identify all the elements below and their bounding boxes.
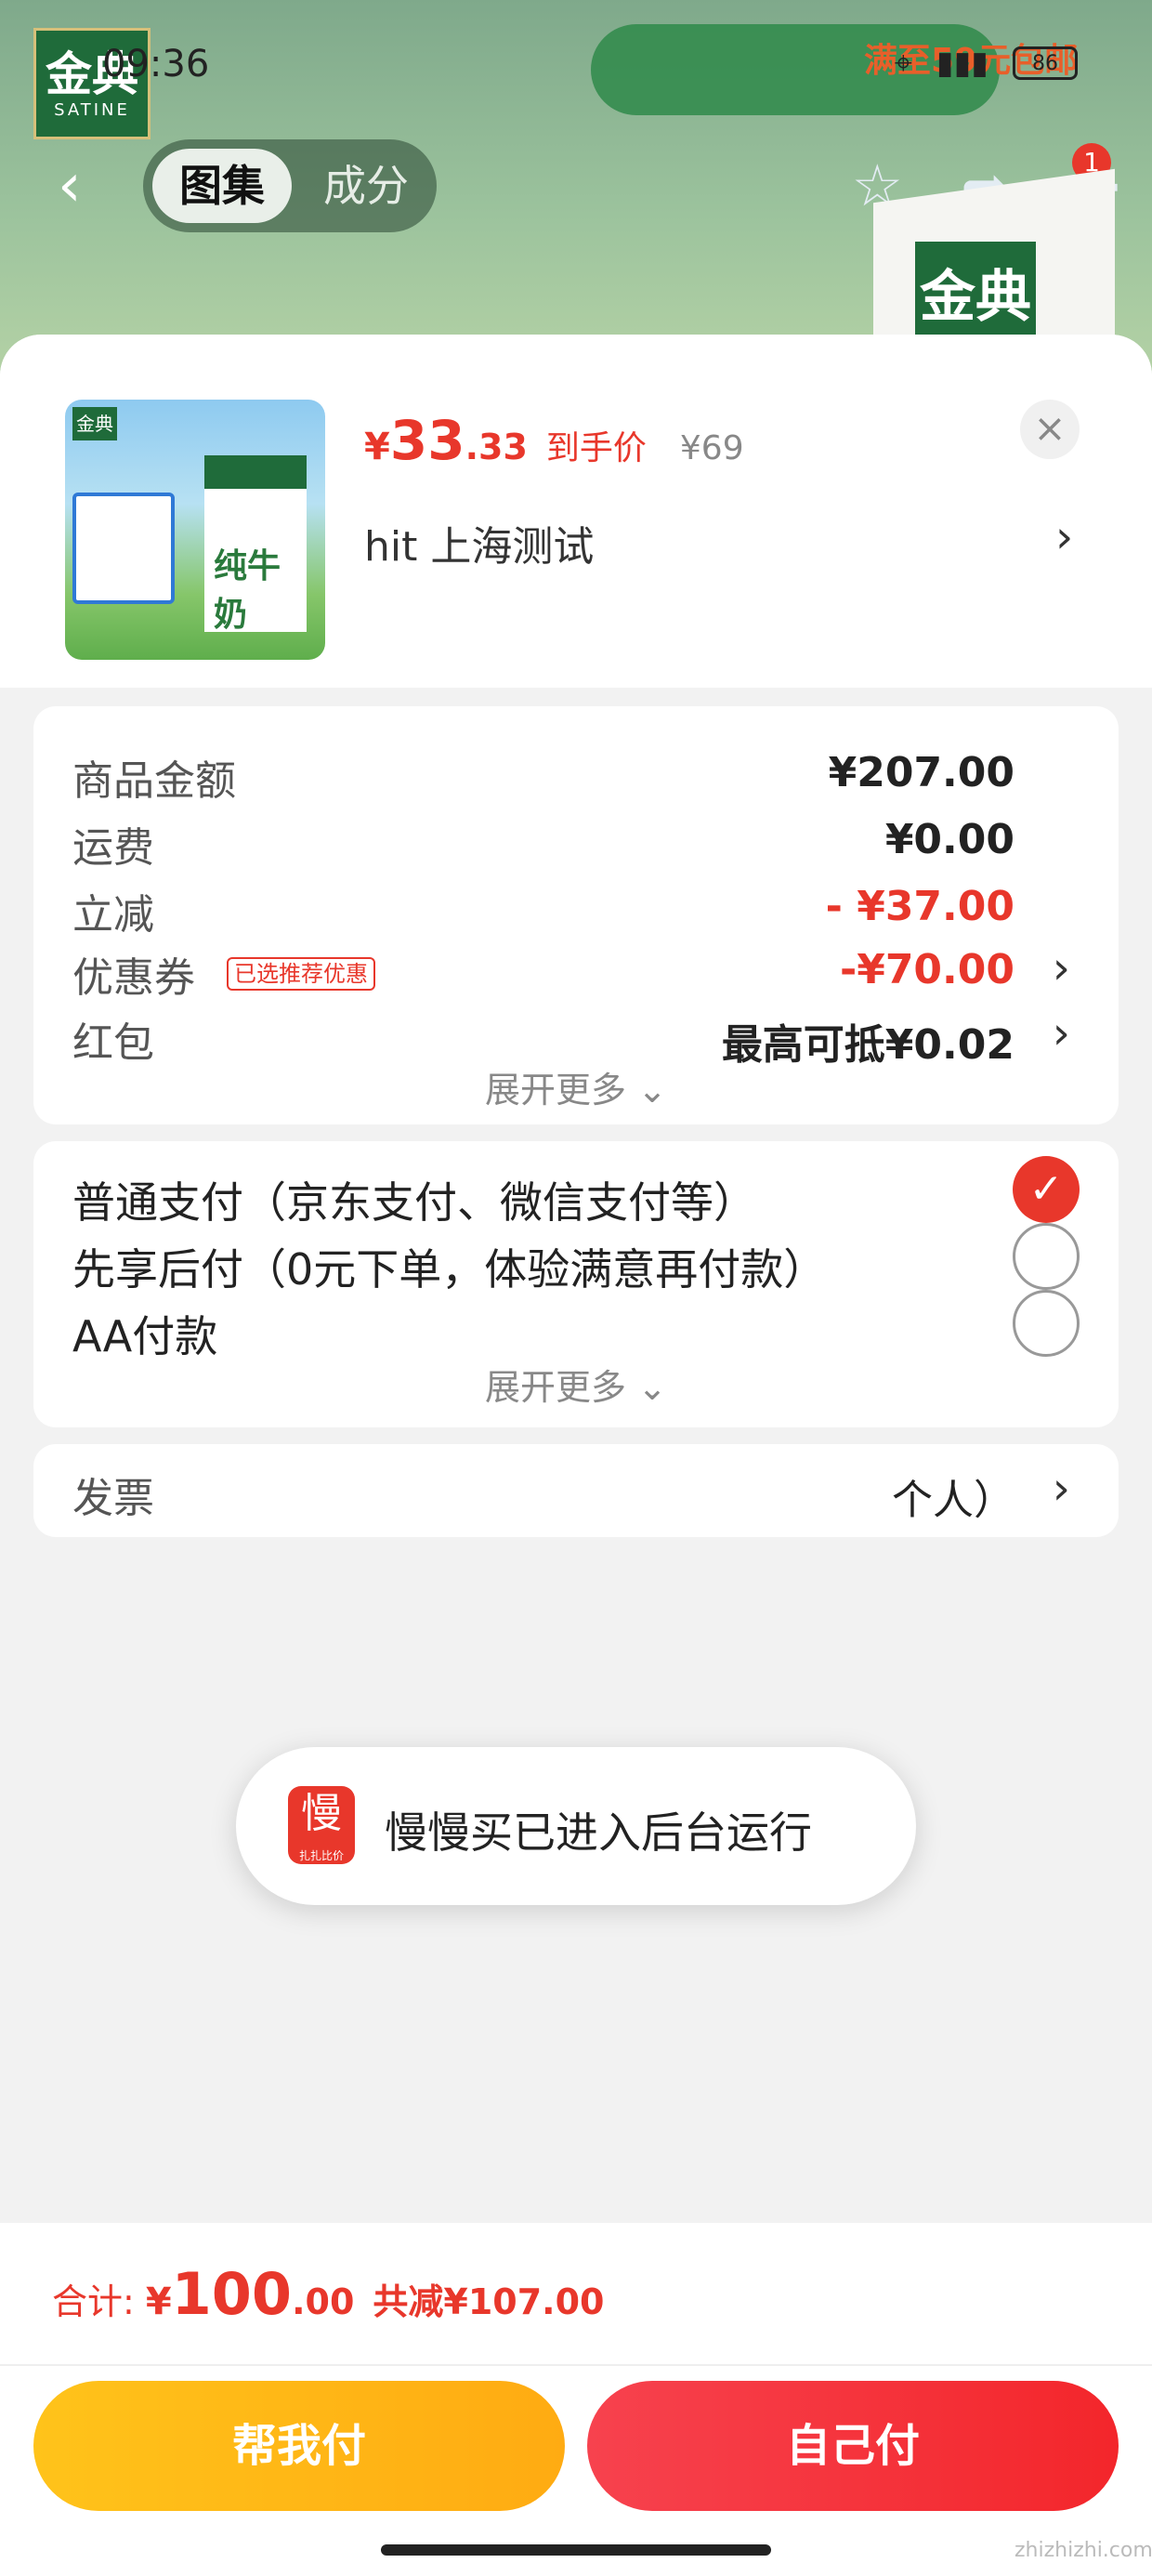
cost-row-subtotal: 商品金额 ¥207.00 [72, 749, 1015, 805]
tab-ingredients[interactable]: 成分 [301, 149, 431, 223]
thumb-promo-card [72, 493, 175, 604]
home-indicator[interactable] [381, 2544, 771, 2556]
background-run-toast: 慢 扎扎比价 慢慢买已进入后台运行 [236, 1747, 916, 1905]
payment-method-card: 普通支付（京东支付、微信支付等） ✓ 先享后付（0元下单，体验满意再付款） AA… [33, 1141, 1119, 1427]
close-button[interactable]: × [1020, 400, 1080, 459]
coupon-value: -¥70.00 [839, 946, 1015, 993]
price-integer: 33 [389, 409, 465, 472]
invoice-card[interactable]: 发票 个人） › [33, 1444, 1119, 1537]
instant-discount-value: - ¥37.00 [825, 883, 1015, 930]
invoice-value: 个人） [892, 1477, 1015, 1524]
chevron-right-icon[interactable]: › [1053, 1007, 1070, 1059]
tab-gallery[interactable]: 图集 [152, 149, 292, 223]
thumb-logo: 金典 [72, 407, 117, 440]
radio-checked-icon[interactable]: ✓ [1013, 1156, 1080, 1223]
cost-row-instant-discount: 立减 - ¥37.00 [72, 883, 1015, 939]
chevron-right-icon[interactable]: › [1053, 942, 1070, 994]
shipping-address[interactable]: hit 上海测试 [364, 513, 594, 572]
order-total: 合计: ¥ 100 .00 共减¥107.00 [52, 2260, 605, 2328]
product-header: 金典 纯牛奶 ¥ 33 .33 到手价 ¥69 × hit 上海测试 › [0, 335, 1152, 688]
price-symbol: ¥ [364, 426, 390, 468]
pay-myself-button[interactable]: 自己付 [587, 2381, 1119, 2511]
battery-icon: 86 [1013, 46, 1078, 80]
expand-more-payment[interactable]: 展开更多 ⌄ [33, 1359, 1119, 1410]
price-row: ¥ 33 .33 到手价 ¥69 [364, 409, 744, 472]
checkout-footer: 合计: ¥ 100 .00 共减¥107.00 帮我付 自己付 zhizhizh… [0, 2223, 1152, 2576]
media-tabs: 图集 成分 [143, 139, 437, 232]
cost-row-red-packet[interactable]: 红包 最高可抵¥0.02 › [72, 1002, 1080, 1069]
toast-message: 慢慢买已进入后台运行 [385, 1807, 812, 1858]
divider [0, 2364, 1152, 2366]
cost-row-coupon[interactable]: 优惠券 已选推荐优惠 -¥70.00 › [72, 937, 1080, 1002]
radio-unchecked-icon[interactable] [1013, 1290, 1080, 1357]
final-price-tag: 到手价 [545, 429, 647, 467]
shipping-value: ¥0.00 [884, 816, 1015, 863]
payment-option-pay-later[interactable]: 先享后付（0元下单，体验满意再付款） [72, 1223, 1080, 1297]
cost-row-shipping: 运费 ¥0.00 [72, 816, 1015, 872]
price-decimal: .33 [465, 427, 528, 467]
location-icon: ⌖ [894, 45, 912, 82]
chevron-right-icon[interactable]: › [1055, 511, 1073, 563]
cost-breakdown-card: 商品金额 ¥207.00 运费 ¥0.00 立减 - ¥37.00 优惠券 已选… [33, 706, 1119, 1124]
status-time: 09:36 [102, 43, 210, 85]
chevron-down-icon: ⌄ [637, 1070, 667, 1111]
app-icon: 慢 扎扎比价 [288, 1786, 355, 1864]
thumb-label: 纯牛奶 [214, 547, 281, 634]
chevron-right-icon[interactable]: › [1053, 1463, 1070, 1515]
radio-unchecked-icon[interactable] [1013, 1223, 1080, 1290]
signal-icon: ▮▮▮ [936, 45, 988, 82]
help-me-pay-button[interactable]: 帮我付 [33, 2381, 565, 2511]
background-page: 金典 SATINE 满至59元包邮 09:36 ⌖ ▮▮▮ 86 ‹ 图集 成分… [0, 0, 1152, 408]
expand-more-costs[interactable]: 展开更多 ⌄ [33, 1061, 1119, 1112]
payment-option-aa[interactable]: AA付款 [72, 1290, 1080, 1364]
invoice-row[interactable]: 发票 个人） › [72, 1457, 1080, 1524]
back-icon[interactable]: ‹ [58, 156, 82, 216]
total-saved: 共减¥107.00 [373, 2281, 605, 2322]
subtotal-value: ¥207.00 [828, 749, 1015, 796]
product-thumbnail: 金典 纯牛奶 [65, 400, 325, 660]
chevron-down-icon: ⌄ [637, 1367, 667, 1408]
status-bar: 09:36 ⌖ ▮▮▮ 86 [0, 37, 1152, 93]
original-price: ¥69 [679, 429, 744, 467]
watermark: zhizhizhi.com [1015, 2539, 1152, 2562]
payment-option-standard[interactable]: 普通支付（京东支付、微信支付等） ✓ [72, 1156, 1080, 1230]
coupon-selected-tag: 已选推荐优惠 [227, 957, 375, 991]
